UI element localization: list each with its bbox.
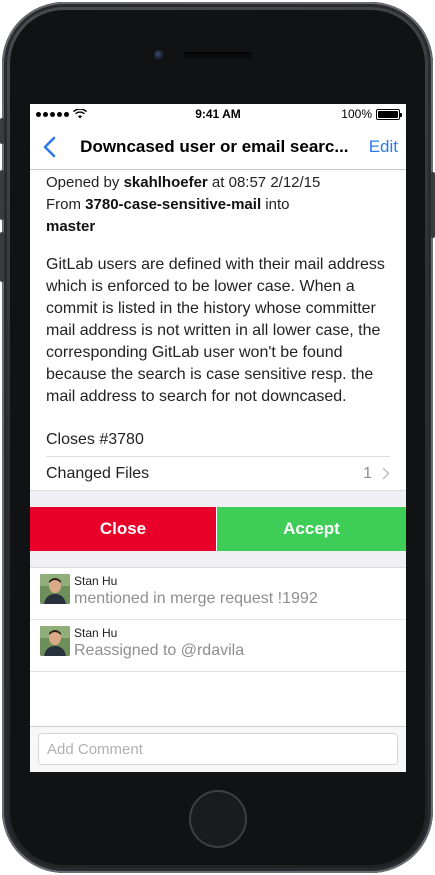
note-body: Stan Hu mentioned in merge request !1992	[74, 574, 396, 615]
note-body: Stan Hu Reassigned to @rdavila	[74, 626, 396, 667]
page-title: Downcased user or email searc...	[80, 136, 349, 156]
note-text: Reassigned to @rdavila	[74, 642, 245, 659]
opened-timestamp: at 08:57 2/12/15	[207, 174, 321, 191]
closes-issue-label: Closes #3780	[46, 431, 144, 448]
edit-button[interactable]: Edit	[365, 137, 406, 157]
comment-bar	[30, 726, 406, 772]
comment-input[interactable]	[38, 733, 398, 765]
home-button[interactable]	[189, 790, 247, 848]
note-text: mentioned in merge request !1992	[74, 590, 318, 607]
volume-down-button	[0, 232, 4, 282]
front-camera	[154, 50, 164, 60]
merge-request-meta: Opened by skahlhoefer at 08:57 2/12/15 F…	[46, 170, 390, 238]
battery-icon	[376, 108, 402, 120]
battery-percent: 100%	[341, 107, 372, 121]
changed-files-count: 1	[363, 464, 372, 482]
power-button	[431, 172, 435, 238]
opened-by-line: Opened by skahlhoefer at 08:57 2/12/15	[46, 172, 390, 194]
avatar	[40, 626, 70, 656]
status-bar: 9:41 AM 100%	[30, 104, 406, 124]
author-link[interactable]: skahlhoefer	[124, 174, 208, 191]
screen: 9:41 AM 100% Downcased user or email sea…	[30, 104, 406, 772]
mute-switch	[0, 118, 4, 144]
status-left	[36, 109, 87, 119]
notes-list: Stan Hu mentioned in merge request !1992…	[30, 568, 406, 672]
note-author: Stan Hu	[74, 626, 118, 640]
avatar	[40, 574, 70, 604]
back-button[interactable]	[34, 124, 64, 170]
closes-issue-row[interactable]: Closes #3780	[46, 424, 390, 457]
changed-files-row[interactable]: Changed Files 1	[46, 457, 390, 490]
earpiece-speaker	[184, 52, 252, 58]
target-branch: master	[46, 218, 96, 235]
opened-prefix: Opened by	[46, 174, 124, 191]
into-label: into	[261, 196, 290, 213]
close-button[interactable]: Close	[30, 507, 217, 551]
note-author: Stan Hu	[74, 574, 118, 588]
list-item: Stan Hu mentioned in merge request !1992	[30, 568, 406, 620]
nav-bar: Downcased user or email searc... Edit	[30, 124, 406, 170]
wifi-icon	[73, 109, 87, 119]
action-bar: Close Accept	[30, 507, 406, 551]
chevron-right-icon	[382, 467, 390, 480]
changed-files-label: Changed Files	[46, 464, 150, 482]
status-right: 100%	[341, 107, 402, 121]
section-divider	[30, 551, 406, 568]
branch-line: From 3780-case-sensitive-mail into	[46, 194, 390, 216]
source-branch: 3780-case-sensitive-mail	[85, 196, 262, 213]
merge-request-details: Opened by skahlhoefer at 08:57 2/12/15 F…	[30, 170, 406, 490]
merge-request-description: GitLab users are defined with their mail…	[46, 256, 385, 405]
signal-icon	[36, 111, 69, 117]
volume-up-button	[0, 170, 4, 220]
from-prefix: From	[46, 196, 86, 213]
chevron-left-icon	[43, 136, 55, 157]
changed-files-count-group: 1	[363, 465, 390, 483]
section-divider	[30, 490, 406, 507]
list-item: Stan Hu Reassigned to @rdavila	[30, 620, 406, 672]
accept-button[interactable]: Accept	[217, 507, 406, 551]
